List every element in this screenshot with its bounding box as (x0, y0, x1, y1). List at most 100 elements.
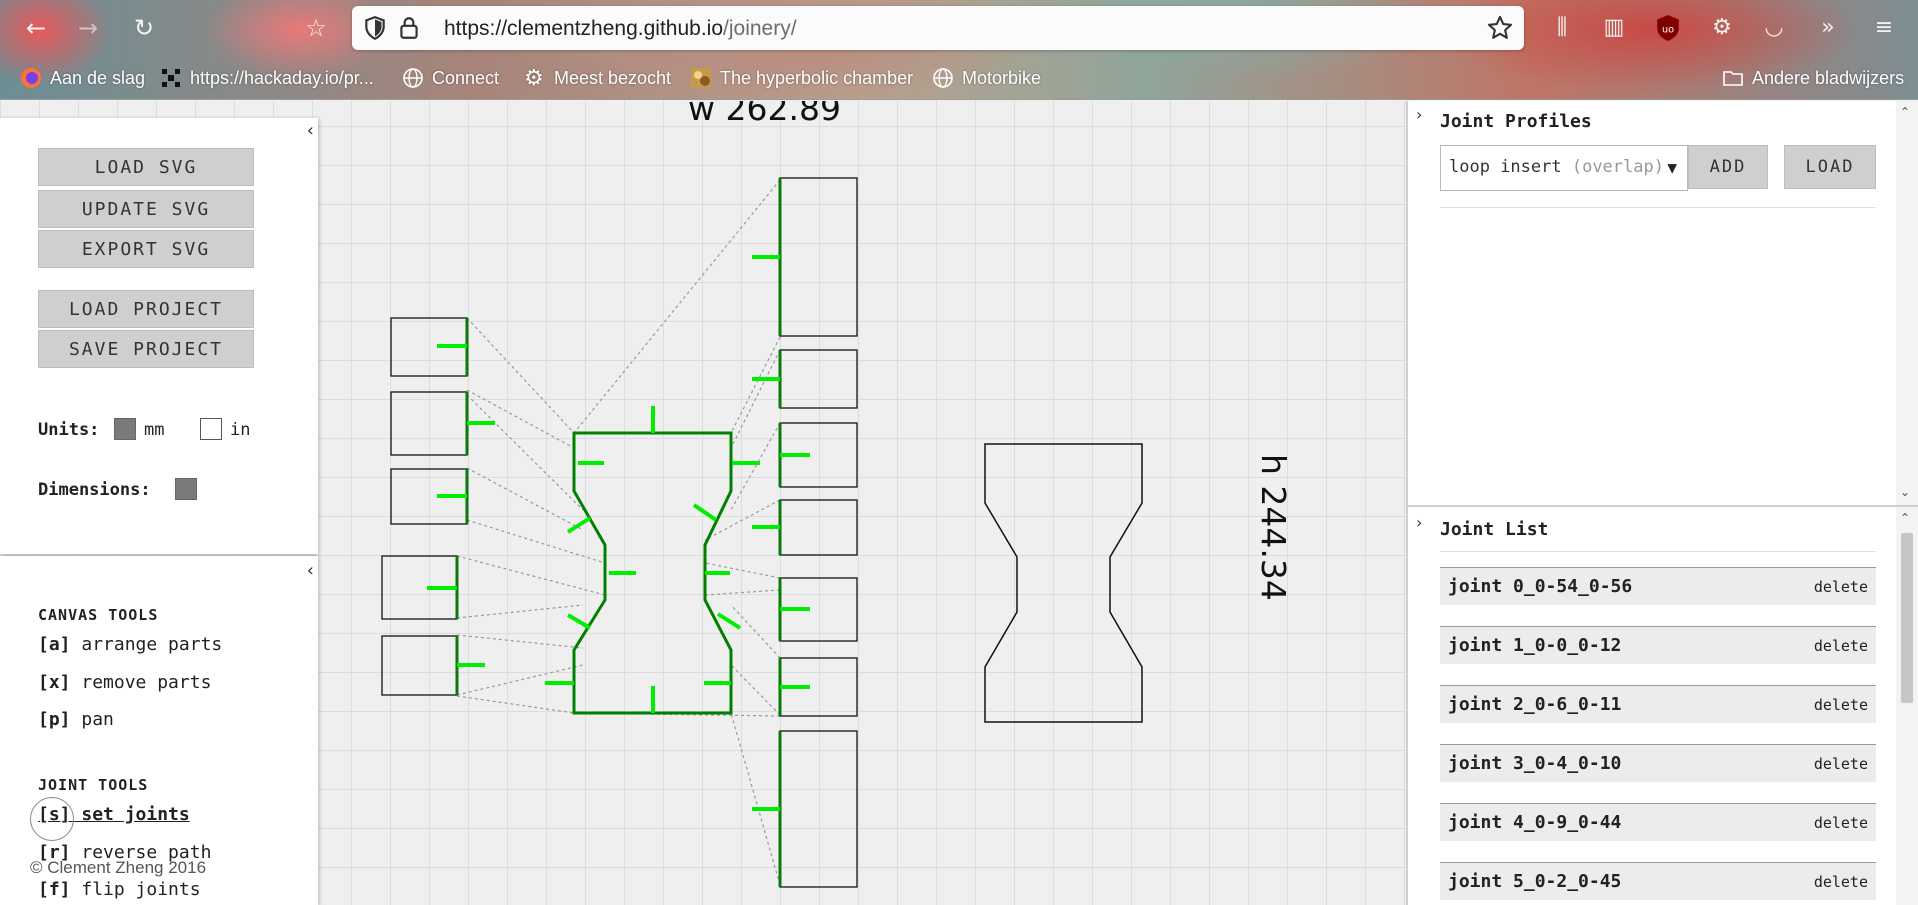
overflow-chevrons-icon[interactable]: » (1812, 12, 1844, 44)
delete-joint-button[interactable]: delete (1814, 696, 1868, 714)
joint-row[interactable]: joint 2_0-6_0-11 delete (1440, 685, 1876, 723)
sidebar-icon[interactable]: ▥ (1598, 12, 1630, 44)
delete-joint-button[interactable]: delete (1814, 873, 1868, 891)
unit-in-label: in (230, 420, 251, 440)
load-svg-button[interactable]: LOAD SVG (38, 148, 254, 186)
joint-list-scrollbar[interactable]: ⌃ (1896, 507, 1918, 905)
tool-label: set joints (81, 804, 190, 825)
left-parts-edges (455, 318, 469, 695)
bookmark-label: Connect (432, 67, 500, 88)
save-project-button[interactable]: SAVE PROJECT (38, 330, 254, 368)
ublock-icon[interactable]: uo (1652, 12, 1684, 44)
reload-button[interactable]: ↻ (128, 12, 160, 44)
profiles-scrollbar[interactable]: ⌃ ⌄ (1896, 101, 1918, 505)
library-icon[interactable]: ⫼ (1546, 12, 1578, 44)
dropdown-triangle-icon: ▼ (1667, 158, 1677, 177)
joint-row[interactable]: joint 3_0-4_0-10 delete (1440, 744, 1876, 782)
delete-joint-button[interactable]: delete (1814, 755, 1868, 773)
menu-hamburger-icon[interactable]: ≡ (1868, 12, 1900, 44)
left-parts[interactable] (381, 317, 468, 696)
collapse-file-panel-icon[interactable]: ‹ (307, 120, 314, 141)
select-hint: (overlap) (1571, 157, 1664, 177)
unit-mm-label: mm (144, 420, 165, 440)
scroll-down-icon[interactable]: ⌄ (1900, 485, 1910, 499)
collapse-tools-panel-icon[interactable]: ‹ (307, 560, 314, 581)
url-path: /joinery/ (723, 17, 797, 40)
url-host: https://clementzheng.github.io (444, 17, 724, 40)
joint-list-divider (1440, 551, 1876, 552)
load-profile-button[interactable]: LOAD (1784, 145, 1876, 189)
tool-pan[interactable]: [p] pan (38, 709, 114, 730)
dimensions-label: Dimensions: (38, 480, 151, 500)
bookmark-meest-bezocht[interactable]: ⚙ Meest bezocht (524, 62, 671, 94)
joint-name: joint 3_0-4_0-10 (1448, 753, 1622, 774)
back-button[interactable]: ← (20, 12, 52, 44)
copyright-text: © Clement Zheng 2016 (30, 858, 207, 877)
joint-profile-select[interactable]: loop insert (overlap) ▼ (1440, 145, 1688, 191)
original-part-outline[interactable] (984, 443, 1143, 723)
folder-icon (1722, 67, 1744, 89)
right-parts[interactable] (779, 177, 858, 888)
joint-row[interactable]: joint 1_0-0_0-12 delete (1440, 626, 1876, 664)
export-svg-button[interactable]: EXPORT SVG (38, 230, 254, 268)
svg-text:uo: uo (1662, 24, 1674, 35)
tool-label: arrange parts (81, 634, 223, 655)
tool-arrange-parts[interactable]: [a] arrange parts (38, 634, 222, 655)
expand-joint-profiles-icon[interactable]: › (1416, 105, 1422, 124)
unit-in-checkbox[interactable] (200, 418, 222, 440)
joint-row[interactable]: joint 4_0-9_0-44 delete (1440, 803, 1876, 841)
tool-label: flip joints (81, 879, 201, 900)
tool-flip-joints[interactable]: [f] flip joints (38, 879, 201, 900)
forward-button[interactable]: → (72, 12, 104, 44)
joint-profiles-title: Joint Profiles (1440, 111, 1592, 132)
pocket-icon[interactable]: ◡ (1758, 12, 1790, 44)
tool-key: [p] (38, 709, 71, 730)
unit-mm-checkbox[interactable] (114, 418, 136, 440)
delete-joint-button[interactable]: delete (1814, 578, 1868, 596)
update-svg-button[interactable]: UPDATE SVG (38, 190, 254, 228)
bookmark-connect[interactable]: Connect (402, 62, 499, 94)
bookmark-motorbike[interactable]: Motorbike (932, 62, 1041, 94)
bookmark-hyperbolic-chamber[interactable]: The hyperbolic chamber (690, 62, 913, 94)
tool-remove-parts[interactable]: [x] remove parts (38, 672, 211, 693)
load-project-button[interactable]: LOAD PROJECT (38, 290, 254, 328)
bookmark-aan-de-slag[interactable]: Aan de slag (20, 62, 145, 94)
globe-icon (932, 67, 954, 89)
firefox-icon (20, 67, 42, 89)
left-parts-joints (427, 344, 495, 667)
settings-gear-icon[interactable]: ⚙ (1706, 12, 1738, 44)
scroll-up-icon[interactable]: ⌃ (1900, 105, 1910, 119)
extension-star-icon[interactable]: ☆ (300, 12, 332, 44)
bookmark-label: Meest bezocht (554, 67, 672, 88)
joint-tools-heading: JOINT TOOLS (38, 776, 149, 794)
bookmark-hackaday[interactable]: https://hackaday.io/pr... (160, 62, 374, 94)
joint-row[interactable]: joint 0_0-54_0-56 delete (1440, 567, 1876, 605)
dimensions-checkbox[interactable] (175, 478, 197, 500)
expand-joint-list-icon[interactable]: › (1416, 513, 1422, 532)
lock-icon (400, 17, 418, 39)
delete-joint-button[interactable]: delete (1814, 637, 1868, 655)
add-profile-button[interactable]: ADD (1688, 145, 1768, 189)
url-bar[interactable]: https://clementzheng.github.io/joinery/ (352, 6, 1524, 50)
url-text: https://clementzheng.github.io/joinery/ (444, 17, 797, 41)
joint-name: joint 0_0-54_0-56 (1448, 576, 1633, 597)
units-label: Units: (38, 420, 100, 440)
tool-key: [f] (38, 879, 71, 900)
file-panel: ‹ LOAD SVG UPDATE SVG EXPORT SVG LOAD PR… (0, 118, 318, 554)
scroll-up-icon[interactable]: ⌃ (1900, 511, 1910, 525)
bookmark-star-icon[interactable] (1486, 14, 1514, 42)
joint-name: joint 4_0-9_0-44 (1448, 812, 1622, 833)
other-bookmarks-folder[interactable]: Andere bladwijzers (1722, 62, 1904, 94)
joint-profiles-panel: › Joint Profiles loop insert (overlap) ▼… (1406, 101, 1918, 505)
joint-row[interactable]: joint 5_0-2_0-45 delete (1440, 862, 1876, 900)
canvas-tools-heading: CANVAS TOOLS (38, 606, 159, 624)
bookmark-label: The hyperbolic chamber (720, 67, 914, 88)
mouse-cursor-ring (30, 797, 74, 841)
delete-joint-button[interactable]: delete (1814, 814, 1868, 832)
scroll-thumb[interactable] (1901, 533, 1913, 703)
bookmark-label: Motorbike (962, 67, 1042, 88)
joint-list-title: Joint List (1440, 519, 1549, 540)
joint-list-panel: › Joint List joint 0_0-54_0-56 delete jo… (1406, 505, 1918, 905)
hackaday-icon (160, 67, 182, 89)
browser-toolbar: ← → ↻ ☆ https://clementzheng.github.io/j… (0, 0, 1918, 100)
